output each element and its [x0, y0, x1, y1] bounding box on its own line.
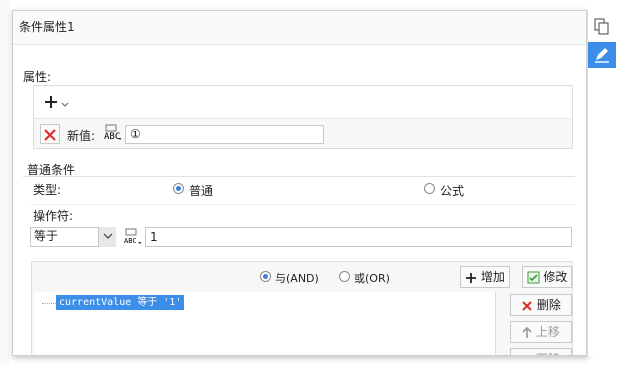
- section-divider: [23, 176, 575, 177]
- condition-value-input[interactable]: 1: [145, 227, 572, 247]
- svg-text:ABC: ABC: [104, 132, 120, 142]
- modify-condition-button[interactable]: 修改: [522, 266, 572, 288]
- operator-select-value: 等于: [34, 229, 59, 243]
- arrow-down-icon: [522, 354, 532, 356]
- properties-section: 新值: ABC ①: [33, 85, 573, 149]
- properties-section-label: 属性:: [23, 70, 52, 84]
- type-label: 类型:: [33, 183, 62, 197]
- add-condition-button[interactable]: 增加: [460, 266, 510, 288]
- delete-icon: [522, 301, 532, 311]
- modify-condition-label: 修改: [543, 270, 568, 284]
- delete-property-button[interactable]: [40, 124, 60, 144]
- sheet-scrollbar[interactable]: [0, 0, 10, 365]
- plus-icon: [44, 95, 58, 112]
- radio-formula-label: 公式: [440, 184, 465, 198]
- move-down-button[interactable]: 下移: [510, 348, 572, 356]
- new-value-label: 新值:: [67, 129, 96, 143]
- move-up-button[interactable]: 上移: [510, 321, 572, 343]
- value-type-icon-2[interactable]: ABC: [123, 228, 142, 249]
- radio-or-label: 或(OR): [354, 272, 390, 285]
- arrow-up-icon: [522, 326, 532, 338]
- new-value-input[interactable]: ①: [125, 125, 324, 144]
- value-type-icon[interactable]: ABC: [103, 124, 122, 145]
- radio-and-dot: [260, 271, 271, 282]
- radio-and[interactable]: 与(AND): [260, 271, 332, 285]
- operator-label: 操作符:: [33, 209, 74, 223]
- move-down-label: 下移: [536, 352, 560, 355]
- copy-icon[interactable]: [588, 14, 616, 40]
- operator-select[interactable]: 等于: [30, 227, 116, 247]
- tree-connector: [42, 303, 56, 304]
- section-divider-2: [31, 204, 575, 205]
- condition-list-item[interactable]: currentValue 等于 '1': [56, 295, 185, 310]
- add-property-button[interactable]: [40, 93, 74, 113]
- condition-list-area: 与(AND) 或(OR) 增加 修改 currentValue 等于 '1' 删…: [31, 261, 573, 356]
- add-condition-label: 增加: [480, 270, 505, 284]
- radio-or[interactable]: 或(OR): [339, 271, 399, 285]
- right-side-toolbar: [587, 10, 617, 356]
- condition-attribute-panel: 条件属性1 属性: 新值: ABC ① 普通条件 类型: 普通 公式 操作符: …: [12, 10, 587, 356]
- edit-icon[interactable]: [588, 42, 616, 68]
- svg-text:ABC: ABC: [124, 237, 137, 245]
- radio-formula-dot: [424, 183, 435, 194]
- panel-title: 条件属性1: [13, 11, 586, 45]
- radio-normal-label: 普通: [189, 184, 214, 198]
- delete-condition-button[interactable]: 删除: [510, 294, 572, 316]
- plus-icon: [466, 273, 477, 283]
- move-up-label: 上移: [535, 325, 560, 339]
- condition-list[interactable]: currentValue 等于 '1': [34, 292, 496, 355]
- radio-formula[interactable]: 公式: [424, 183, 484, 198]
- radio-and-label: 与(AND): [275, 272, 319, 285]
- radio-normal[interactable]: 普通: [173, 183, 233, 198]
- delete-condition-label: 删除: [536, 298, 561, 312]
- modify-icon: [527, 271, 540, 284]
- chevron-down-icon[interactable]: [98, 227, 116, 247]
- radio-normal-dot: [173, 183, 184, 194]
- property-row: 新值: ABC ①: [34, 118, 572, 148]
- chevron-down-icon: [61, 97, 69, 111]
- radio-or-dot: [339, 271, 350, 282]
